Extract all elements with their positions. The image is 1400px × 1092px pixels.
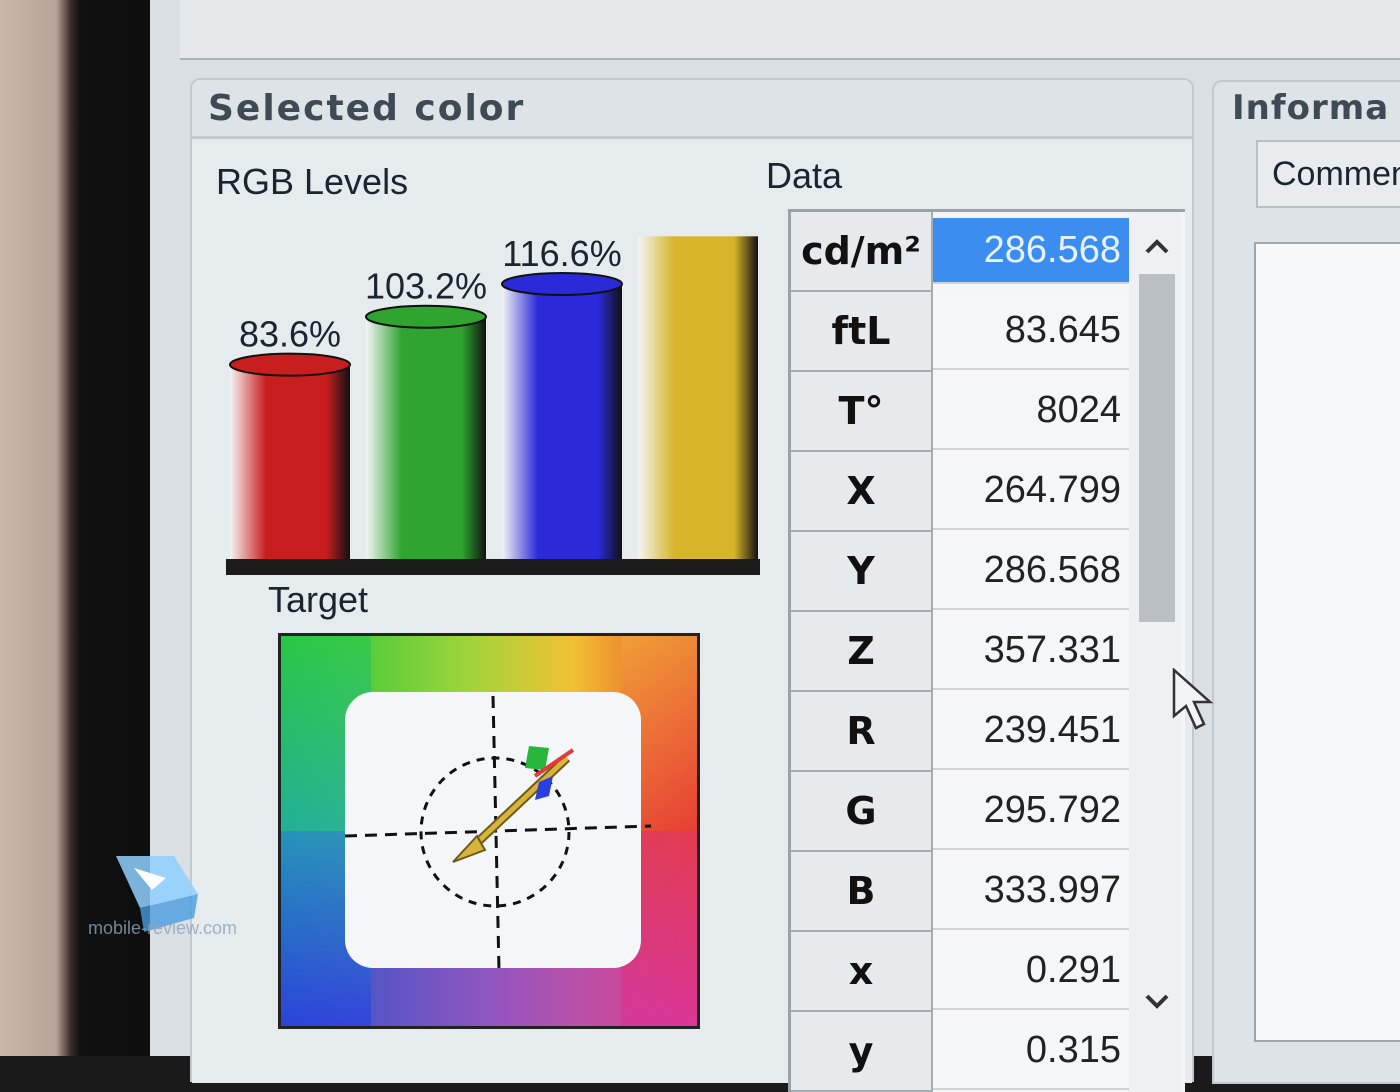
table-row[interactable]: X 264.799 [791, 452, 1131, 532]
row-label: ftL [791, 292, 933, 372]
top-toolbar [180, 0, 1400, 60]
row-label: Z [791, 612, 933, 692]
rgb-levels-label: RGB Levels [216, 161, 409, 202]
bar-r [230, 364, 350, 559]
bar-data-label: 83.6% [239, 314, 341, 355]
row-value[interactable]: 0.291 [933, 932, 1129, 1010]
row-value[interactable]: 295.792 [933, 772, 1129, 850]
table-row[interactable]: cd/m² 286.568 [791, 212, 1131, 292]
watermark-text: mobile-review.com [88, 918, 238, 938]
row-label: X [791, 452, 933, 532]
table-row[interactable]: R 239.451 [791, 692, 1131, 772]
table-row[interactable]: x 0.291 [791, 932, 1131, 1012]
table-row[interactable]: y 0.315 [791, 1012, 1131, 1092]
chart-baseline [226, 559, 760, 575]
chevron-up-icon[interactable] [1137, 226, 1177, 266]
row-label: cd/m² [791, 212, 933, 292]
row-label: B [791, 852, 933, 932]
row-label: G [791, 772, 933, 852]
target-gamut-plot [278, 633, 700, 1029]
information-panel: Informa Commen [1212, 80, 1400, 1084]
table-row[interactable]: G 295.792 [791, 772, 1131, 852]
bar-data-label: 103.2% [365, 266, 487, 307]
row-value[interactable]: 286.568 [933, 532, 1129, 610]
bar-y [638, 236, 758, 560]
panel-title: Selected color [208, 88, 526, 129]
data-label: Data [766, 155, 843, 196]
selected-color-body: RGB Levels Data 83.6% 103.2% 116.6% Target [192, 136, 1192, 1092]
row-value[interactable]: 239.451 [933, 692, 1129, 770]
comment-tab[interactable]: Commen [1256, 140, 1400, 208]
row-label: y [791, 1012, 933, 1092]
mouse-pointer-icon [1172, 668, 1214, 730]
bar-cap-r [229, 352, 351, 377]
table-scrollbar[interactable] [1129, 212, 1181, 1092]
row-value[interactable]: 0.315 [933, 1012, 1129, 1090]
target-label: Target [268, 579, 369, 620]
measurement-data-table: cd/m² 286.568 ftL 83.645 T° 8024 X 264.799 Y 286.… [788, 209, 1185, 1092]
chevron-down-icon[interactable] [1137, 982, 1177, 1022]
row-value[interactable]: 286.568 [933, 218, 1129, 284]
row-label: R [791, 692, 933, 772]
row-label: Y [791, 532, 933, 612]
row-value[interactable]: 83.645 [933, 292, 1129, 370]
row-label: T° [791, 372, 933, 452]
table-row[interactable]: Y 286.568 [791, 532, 1131, 612]
screen: Selected color RGB Levels Data 83.6% 103.… [150, 0, 1400, 1092]
row-value[interactable]: 357.331 [933, 612, 1129, 690]
row-label: x [791, 932, 933, 1012]
row-value[interactable]: 8024 [933, 372, 1129, 450]
bar-data-label: 116.6% [502, 233, 621, 274]
comment-textarea[interactable] [1254, 242, 1400, 1042]
info-panel-title: Informa [1232, 88, 1390, 128]
scroll-thumb[interactable] [1139, 274, 1175, 622]
bar-cap-g [365, 304, 487, 329]
table-row[interactable]: ftL 83.645 [791, 292, 1131, 372]
table-row[interactable]: Z 357.331 [791, 612, 1131, 692]
bar-b [502, 283, 622, 559]
bar-g [366, 316, 486, 559]
bar-cap-b [501, 271, 623, 296]
selected-color-panel: Selected color RGB Levels Data 83.6% 103.… [190, 78, 1194, 1092]
row-value[interactable]: 333.997 [933, 852, 1129, 930]
rgb-levels-chart: 83.6% 103.2% 116.6% [226, 233, 760, 575]
table-row[interactable]: B 333.997 [791, 852, 1131, 932]
row-value[interactable]: 264.799 [933, 452, 1129, 530]
table-row[interactable]: T° 8024 [791, 372, 1131, 452]
